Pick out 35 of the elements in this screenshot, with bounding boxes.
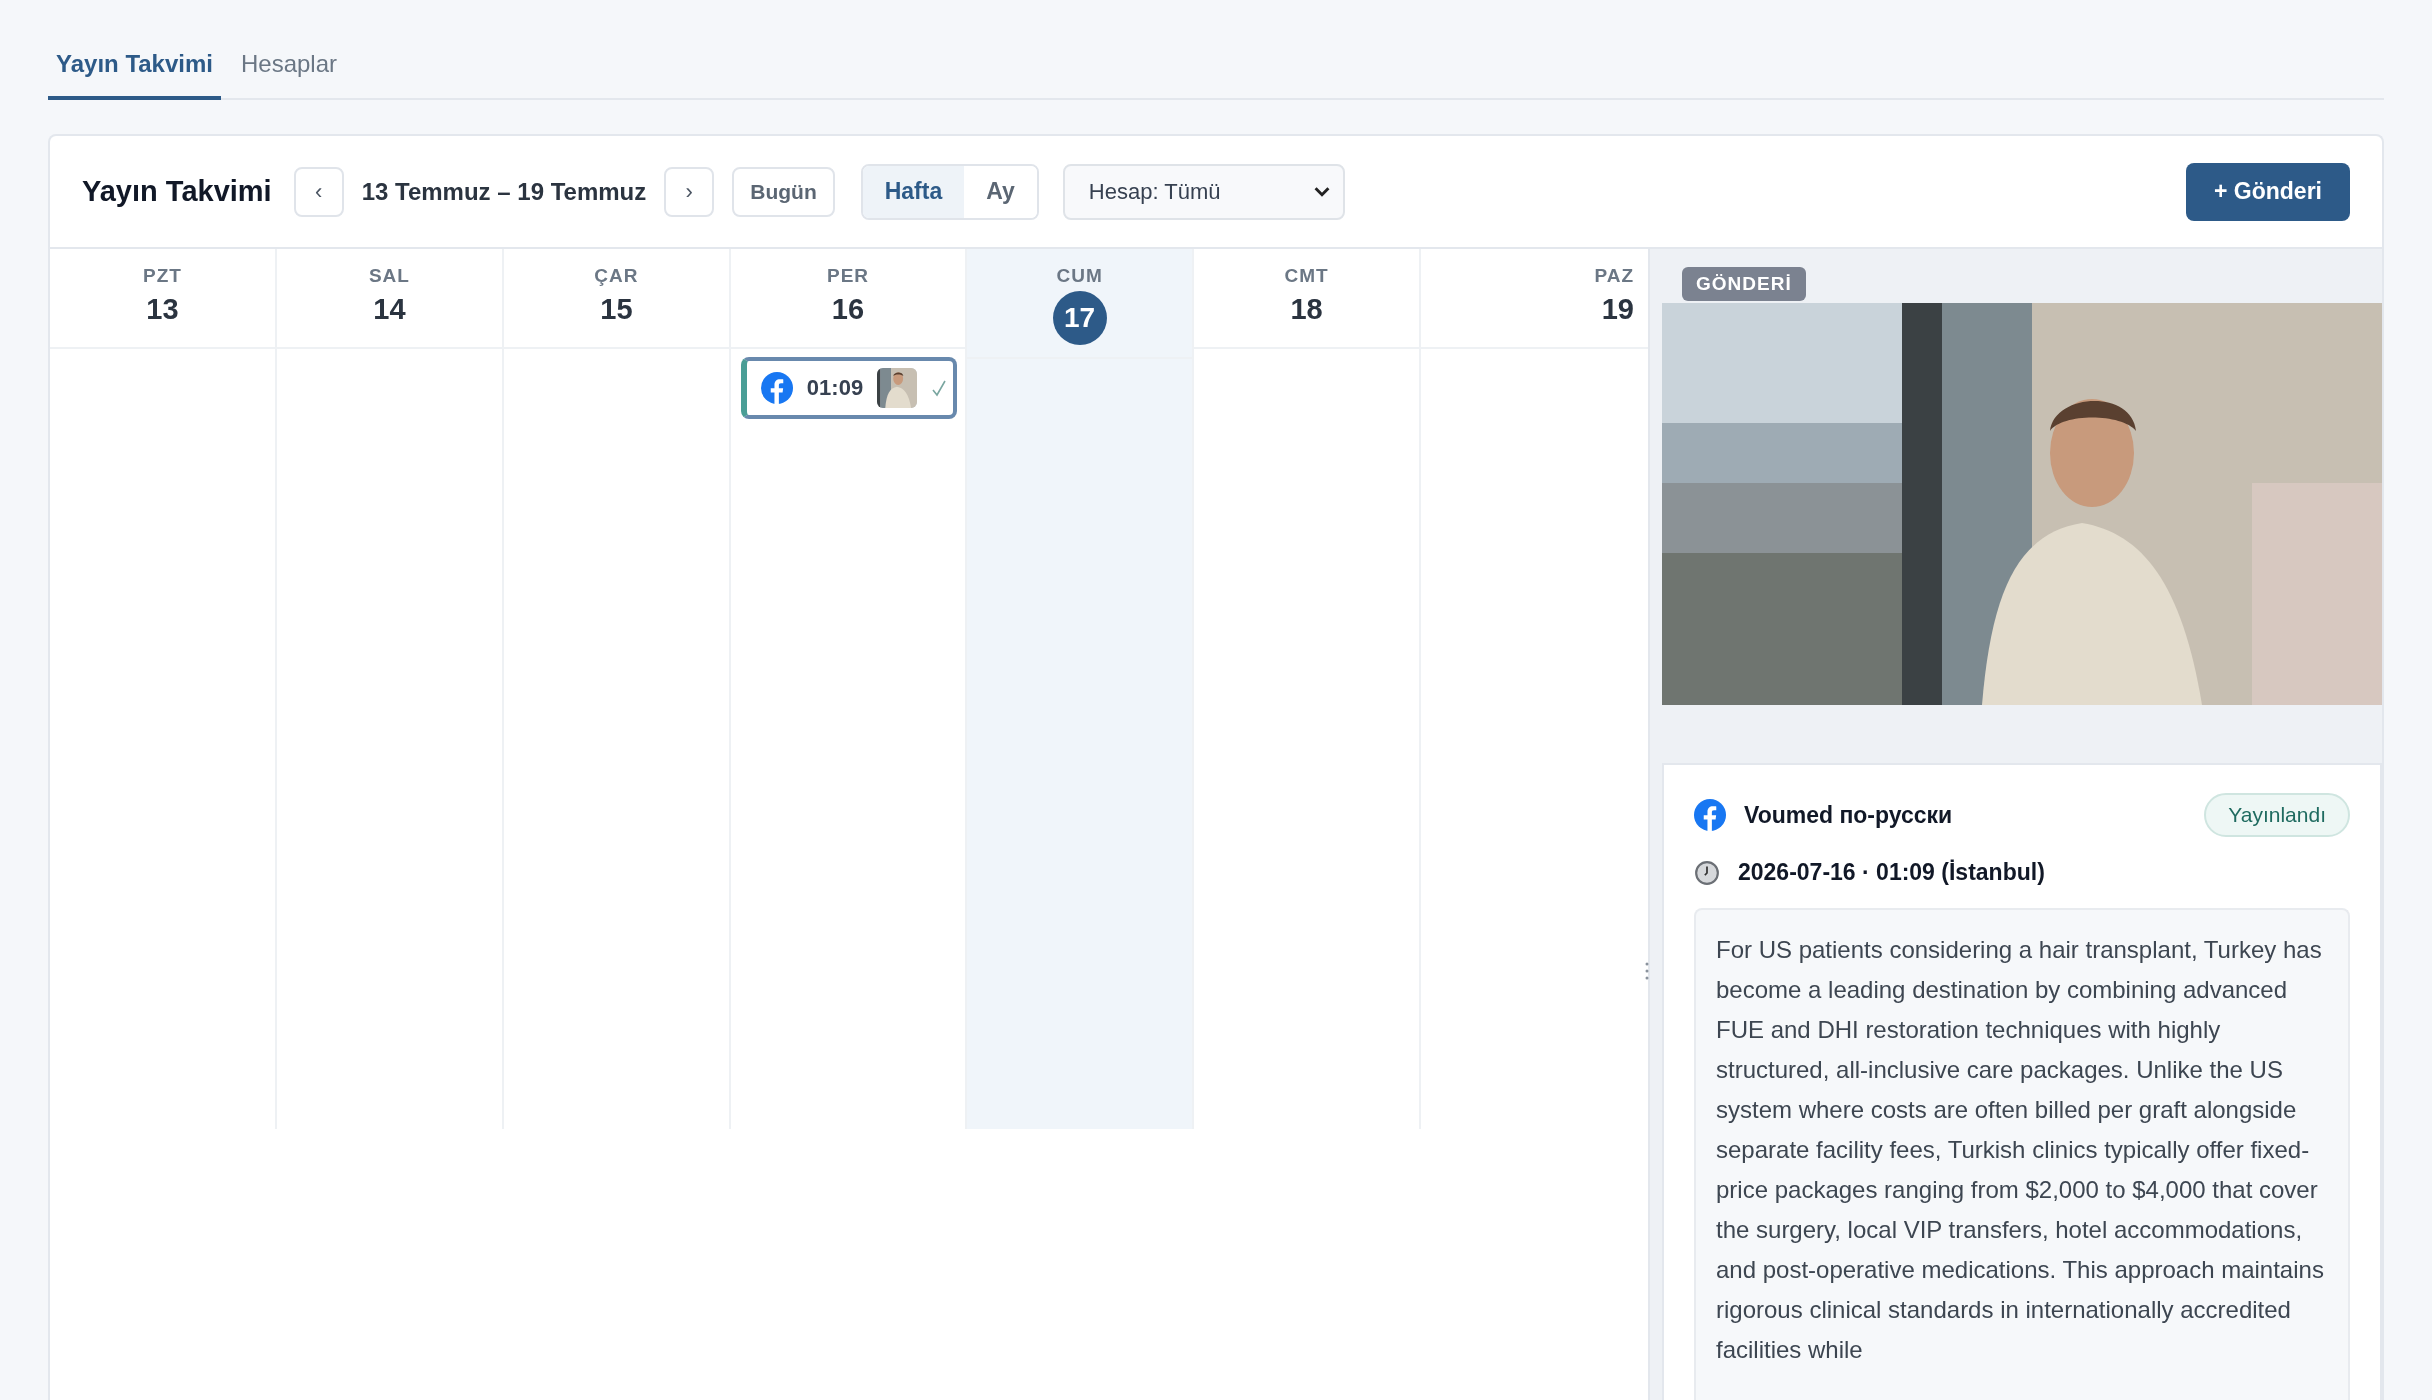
weekday-label: SAL [368,265,410,287]
tab[interactable]: Hesaplar [233,40,346,100]
date-number: 18 [1290,293,1323,326]
date-number: 15 [600,293,633,326]
date-number: 16 [831,293,865,326]
status-badge: Yayınlandı [2204,793,2350,837]
facebook-icon [1694,799,1726,831]
date-number: 19 [1601,293,1634,326]
previous-button[interactable]: ‹ [293,166,344,217]
today-date: 17 [1052,291,1107,345]
account-name: Voumed по-русски [1744,801,1953,829]
weekday-label: PAZ [1594,265,1634,287]
post-text: For US patients considering a hair transplant, Turkey has become a leading destination by combining advanced FUE and DHI restoration techniques with highly structured, all-inclusive care packages. Unlike the US system where costs are often billed per graft alongside separate facility fees, Turkish clinics typically offer fixed-price packages ranging from $2,000 to $4,000 that cover the surgery, local VIP transfers, hotel accommodations, and post-operative medications. This approach maintains rigorous clinical standards in internationally accredited facilities while [1716,935,2325,1365]
weekday-label: CUM [1056,265,1103,287]
date-number: 13 [146,293,179,326]
post-event[interactable]: 01:09 [740,357,958,419]
weekday-label: ÇAR [594,265,639,287]
post-datetime: 2026-07-16 · 01:09 (İstanbul) [1738,859,2045,886]
next-button[interactable]: › [664,166,715,217]
calendar-title: Yayın Takvimi [82,175,272,208]
account-select[interactable]: Hesap: Tümü [1062,163,1345,220]
date-range: 13 Temmuz – 19 Temmuz [361,177,647,206]
tab[interactable]: Yayın Takvimi [48,40,221,100]
view-toggle[interactable]: Hafta [862,165,965,218]
post-badge: GÖNDERİ [1682,267,1806,301]
today-button[interactable]: Bugün [732,166,835,217]
event-time: 01:09 [806,375,864,401]
facebook-icon [760,372,793,404]
resize-handle-icon[interactable] [1644,961,1650,981]
weekday-label: CMT [1284,265,1329,287]
clock-icon [1694,859,1720,886]
weekday-label: PER [826,265,870,287]
weekday-label: PZT [143,265,182,287]
new-post-button[interactable]: + Gönderi [2186,162,2350,221]
date-number: 14 [373,293,406,326]
